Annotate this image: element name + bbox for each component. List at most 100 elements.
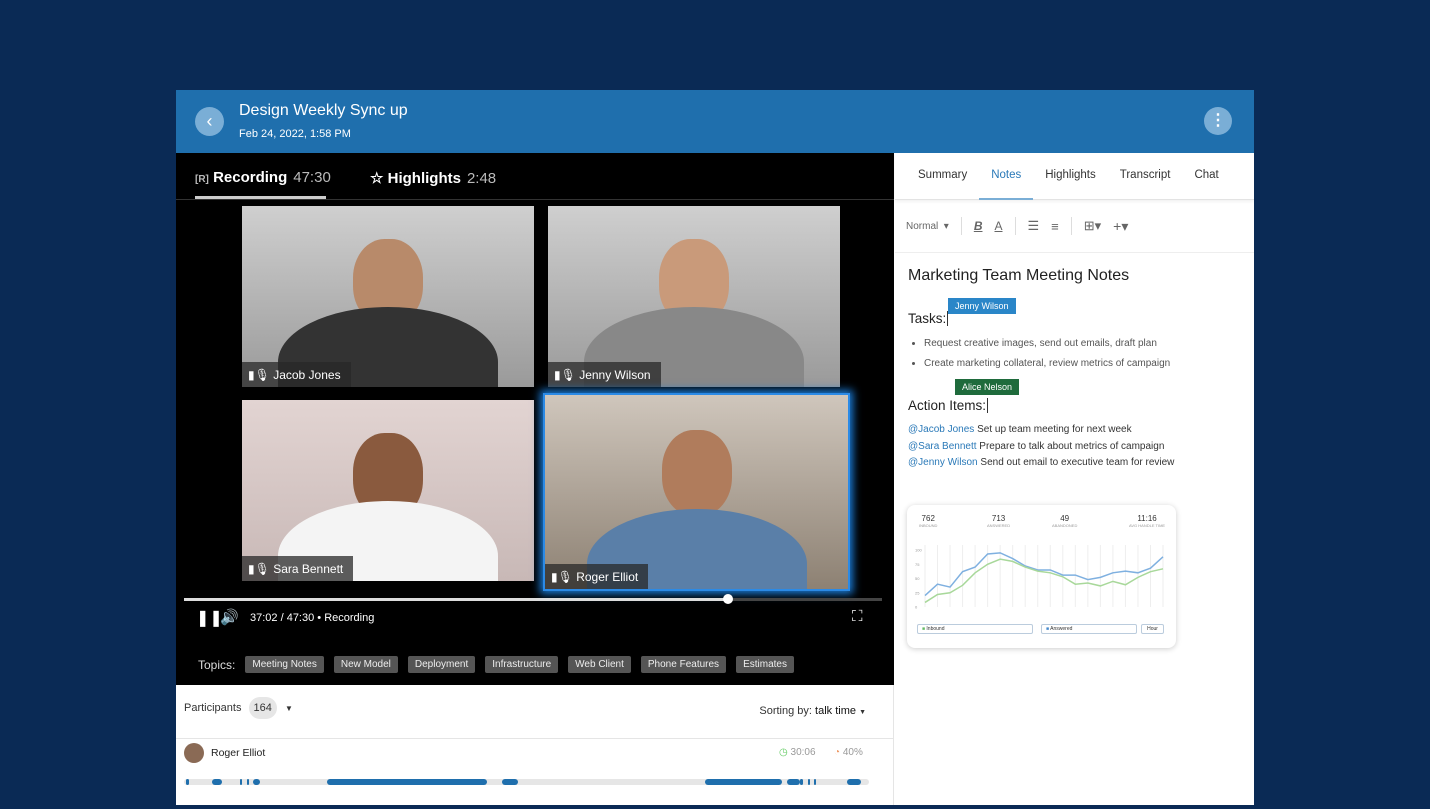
editor-toolbar: Normal ▾ B A ☰ ≡ ⊞▾ +▾ <box>895 200 1254 253</box>
meeting-card: ‹ Design Weekly Sync up Feb 24, 2022, 1:… <box>176 90 1254 805</box>
talk-duration: ◷ 30:06 <box>779 747 816 758</box>
header: ‹ Design Weekly Sync up Feb 24, 2022, 1:… <box>176 90 1254 153</box>
tasks-heading: Tasks:Jenny Wilson <box>908 311 1241 326</box>
secondary-metric-select[interactable]: ■ Answered <box>1041 624 1137 634</box>
embedded-chart: 762INBOUND713ANSWERED49ABANDONED11:16AVG… <box>907 505 1176 648</box>
talk-segment <box>787 779 800 785</box>
talk-segment <box>814 779 816 785</box>
tab-transcript[interactable]: Transcript <box>1108 153 1183 200</box>
seek-bar-fill <box>184 598 728 601</box>
talk-segment <box>186 779 189 785</box>
sort-value: talk time <box>815 705 856 717</box>
video-tile[interactable]: ▮🎙 Jacob Jones <box>242 206 534 387</box>
back-button[interactable]: ‹ <box>195 107 224 136</box>
recording-icon: [R] <box>195 174 209 185</box>
primary-metric-value: Inbound <box>926 626 944 632</box>
table-icon[interactable]: ⊞▾ <box>1084 218 1101 234</box>
avatar <box>184 743 204 763</box>
seek-handle[interactable] <box>723 594 733 604</box>
meeting-title: Design Weekly Sync up <box>239 102 408 120</box>
talk-segment <box>847 779 861 785</box>
volume-icon[interactable]: 🔊 <box>220 608 239 626</box>
y-tick-label: 0 <box>915 605 918 610</box>
sort-dropdown[interactable]: Sorting by: talk time ▼ <box>759 705 866 717</box>
participant-name: Roger Elliot <box>211 747 265 759</box>
fullscreen-button[interactable]: ⛶ <box>852 608 863 625</box>
video-tile-active-speaker[interactable]: ▮🎙 Roger Elliot <box>543 393 850 591</box>
pause-button[interactable]: ❚❚ <box>196 608 223 628</box>
talk-segment <box>240 779 242 785</box>
action-text: Prepare to talk about metrics of campaig… <box>977 441 1165 452</box>
mention-link[interactable]: @Sara Bennett <box>908 441 977 452</box>
task-item: Request creative images, send out emails… <box>924 334 1241 354</box>
video-tile[interactable]: ▮🎙 Jenny Wilson <box>548 206 840 387</box>
more-options-button[interactable]: ⋮ <box>1204 107 1232 135</box>
topic-chip[interactable]: Web Client <box>568 656 631 673</box>
action-text: Set up team meeting for next week <box>974 424 1131 435</box>
mention-link[interactable]: @Jenny Wilson <box>908 457 978 468</box>
tab-chat[interactable]: Chat <box>1182 153 1230 200</box>
action-item: @Jenny Wilson Send out email to executiv… <box>908 455 1241 472</box>
bold-icon[interactable]: B <box>974 219 983 233</box>
y-tick-label: 100 <box>915 548 922 553</box>
topic-chip[interactable]: New Model <box>334 656 398 673</box>
participants-header[interactable]: Participants 164 ▼ <box>184 702 293 714</box>
playback-time: 37:02 / 47:30 • Recording <box>250 612 374 624</box>
video-tile[interactable]: ▮🎙 Sara Bennett <box>242 400 534 581</box>
participants-label: Participants <box>184 702 241 714</box>
topic-chip[interactable]: Infrastructure <box>485 656 558 673</box>
participants-panel: Participants 164 ▼ Sorting by: talk time… <box>176 685 894 805</box>
tab-highlights[interactable]: Highlights <box>1033 153 1108 200</box>
text-color-icon[interactable]: A <box>994 219 1002 233</box>
bullet-list-icon[interactable]: ☰ <box>1028 218 1040 234</box>
talk-segment <box>327 779 487 785</box>
primary-metric-select[interactable]: ■ Inbound <box>917 624 1033 634</box>
action-items-heading: Action Items:Alice Nelson <box>908 398 1241 413</box>
tab-recording[interactable]: [R] Recording47:30 <box>195 169 331 186</box>
chevron-down-icon: ▼ <box>859 709 866 716</box>
duration-value: 30:06 <box>791 747 816 758</box>
divider <box>176 199 894 200</box>
signal-mic-icon: ▮🎙 <box>248 368 270 382</box>
action-item: @Jacob Jones Set up team meeting for nex… <box>908 422 1241 439</box>
tasks-label: Tasks: <box>908 311 946 326</box>
collaborator-cursor-tag: Alice Nelson <box>955 379 1019 395</box>
percent-value: 40% <box>843 747 863 758</box>
topic-chip[interactable]: Estimates <box>736 656 794 673</box>
talk-segment <box>705 779 782 785</box>
y-tick-label: 50 <box>915 576 920 581</box>
pie-icon: ◔ <box>834 747 840 758</box>
time-readout: 37:02 / 47:30 <box>250 612 314 624</box>
action-item: @Sara Bennett Prepare to talk about metr… <box>908 439 1241 456</box>
divider <box>176 738 893 739</box>
topic-chip[interactable]: Deployment <box>408 656 475 673</box>
tab-notes[interactable]: Notes <box>979 153 1033 200</box>
collaborator-cursor-tag: Jenny Wilson <box>948 298 1016 314</box>
interval-select[interactable]: Hour <box>1141 624 1164 634</box>
seek-bar[interactable] <box>184 598 882 601</box>
talk-segment <box>502 779 518 785</box>
y-tick-label: 75 <box>915 562 920 567</box>
notes-editor[interactable]: Marketing Team Meeting Notes Tasks:Jenny… <box>895 253 1254 486</box>
mention-link[interactable]: @Jacob Jones <box>908 424 974 435</box>
signal-mic-icon: ▮🎙 <box>551 570 573 584</box>
meeting-date: Feb 24, 2022, 1:58 PM <box>239 128 351 140</box>
talk-segment <box>808 779 810 785</box>
chevron-down-icon: ▼ <box>285 704 293 713</box>
clock-icon: ◷ <box>779 747 788 758</box>
tab-highlights[interactable]: ☆ Highlights2:48 <box>370 169 496 187</box>
tab-summary[interactable]: Summary <box>906 153 979 200</box>
topic-chip[interactable]: Meeting Notes <box>245 656 323 673</box>
side-panel: SummaryNotesHighlightsTranscriptChat Nor… <box>895 153 1254 805</box>
notes-title: Marketing Team Meeting Notes <box>908 267 1241 285</box>
topic-chip[interactable]: Phone Features <box>641 656 726 673</box>
insert-icon[interactable]: +▾ <box>1113 218 1128 235</box>
talk-timeline[interactable] <box>184 779 869 785</box>
format-dropdown[interactable]: Normal ▾ <box>906 221 949 232</box>
action-text: Send out email to executive team for rev… <box>978 457 1175 468</box>
playback-mode: Recording <box>324 612 374 624</box>
talk-segment <box>253 779 260 785</box>
talk-percent: ◔ 40% <box>834 747 863 758</box>
participants-count: 164 <box>249 697 277 719</box>
align-icon[interactable]: ≡ <box>1051 219 1059 234</box>
